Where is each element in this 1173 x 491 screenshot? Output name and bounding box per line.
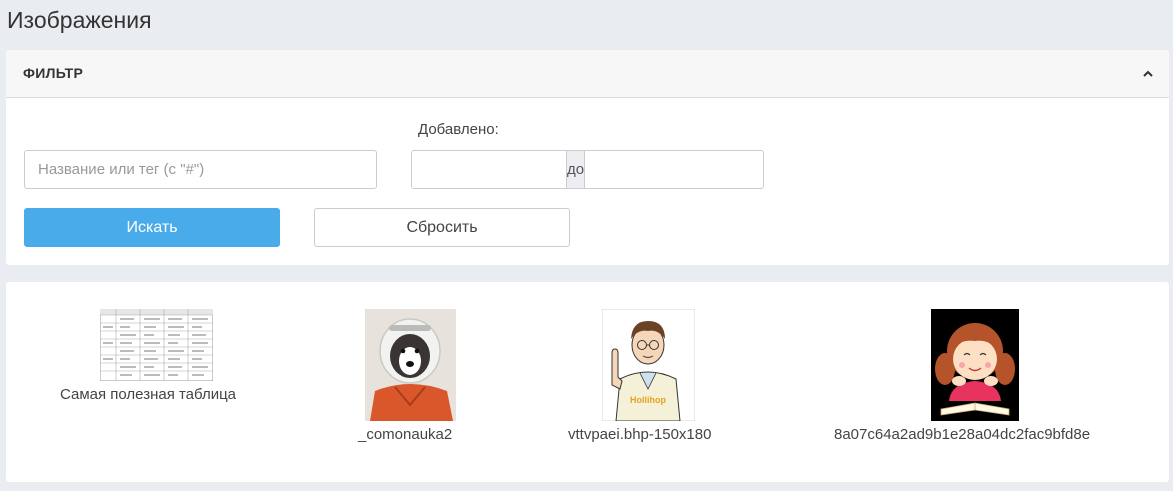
- image-caption[interactable]: vttvpaei.bhp-150x180: [568, 426, 711, 443]
- image-gallery: Самая полезная таблица _comonauka2 Holli…: [6, 282, 1169, 482]
- search-input[interactable]: [24, 150, 377, 189]
- page-title: Изображения: [7, 7, 152, 33]
- chevron-up-icon[interactable]: [1141, 67, 1155, 81]
- image-caption[interactable]: 8a07c64a2ad9b1e28a04dc2fac9bfd8e: [834, 426, 1090, 443]
- date-from-input[interactable]: [412, 151, 566, 188]
- image-caption[interactable]: _comonauka2: [358, 426, 452, 443]
- astronaut-dog-thumbnail[interactable]: [365, 309, 456, 421]
- reset-button[interactable]: Сбросить: [314, 208, 570, 247]
- svg-text:Hollihop: Hollihop: [630, 395, 666, 405]
- filter-panel: ФИЛЬТР Добавлено: до Искать Сбросить: [6, 50, 1169, 265]
- search-button[interactable]: Искать: [24, 208, 280, 247]
- date-separator: до: [566, 151, 586, 188]
- teacher-cartoon-thumbnail[interactable]: Hollihop: [602, 309, 695, 421]
- image-caption[interactable]: Самая полезная таблица: [60, 386, 236, 403]
- added-date-label: Добавлено:: [418, 121, 499, 138]
- date-to-input[interactable]: [585, 151, 763, 188]
- table-thumbnail[interactable]: [100, 309, 213, 381]
- girl-reading-thumbnail[interactable]: [931, 309, 1019, 421]
- filter-header[interactable]: ФИЛЬТР: [6, 50, 1169, 98]
- filter-title: ФИЛЬТР: [23, 65, 84, 81]
- date-range-group: до: [411, 150, 764, 189]
